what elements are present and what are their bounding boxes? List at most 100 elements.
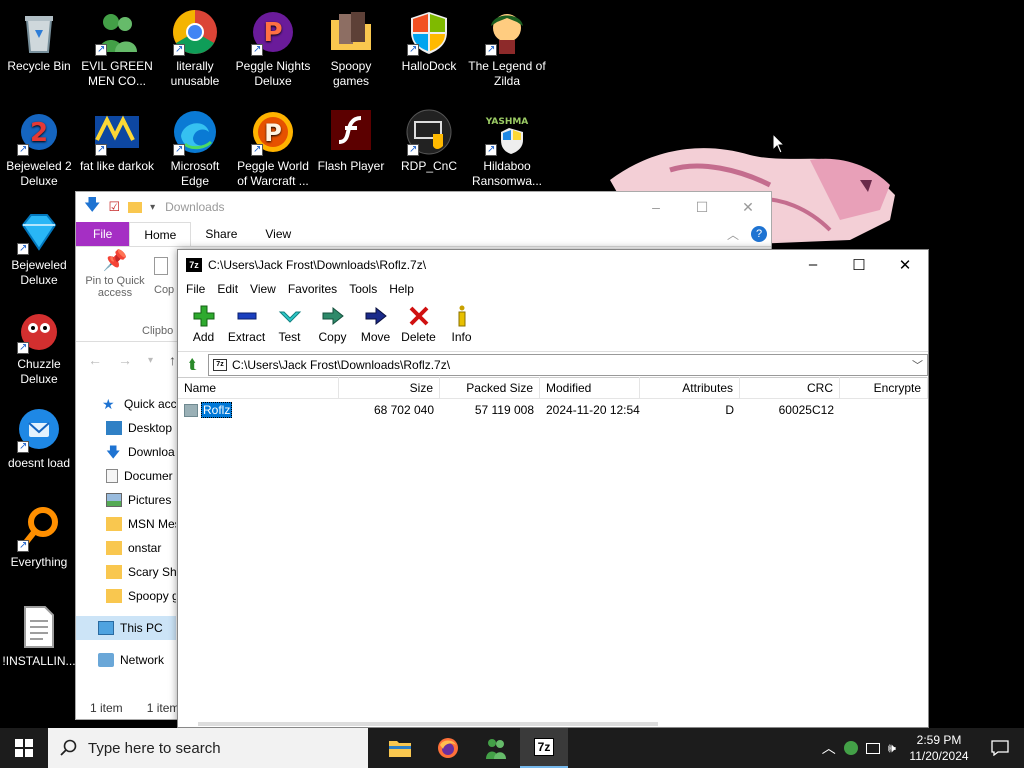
- column-header-attributes[interactable]: Attributes: [640, 376, 740, 399]
- nav-item-documents[interactable]: Documer: [76, 464, 176, 488]
- taskbar-file-explorer[interactable]: [376, 728, 424, 768]
- column-header-name[interactable]: Name: [178, 376, 339, 399]
- menu-edit[interactable]: Edit: [211, 280, 244, 300]
- desktop-icon-installing[interactable]: !INSTALLIN...: [0, 603, 78, 669]
- column-header-encrypted[interactable]: Encrypte: [840, 376, 928, 399]
- sevenzip-titlebar[interactable]: 7z C:\Users\Jack Frost\Downloads\Roflz.7…: [178, 250, 928, 280]
- tab-view[interactable]: View: [251, 222, 305, 246]
- menu-favorites[interactable]: Favorites: [282, 280, 343, 300]
- desktop-icon-doesnt-load[interactable]: doesnt load: [0, 405, 78, 471]
- row-name-cell: Roflz: [178, 402, 339, 418]
- desktop-icon-recycle-bin[interactable]: Recycle Bin: [0, 8, 78, 74]
- svg-text:2: 2: [30, 118, 48, 148]
- column-header-packed-size[interactable]: Packed Size: [440, 376, 540, 399]
- table-row[interactable]: Roflz 68 702 040 57 119 008 2024-11-20 1…: [178, 399, 928, 421]
- nav-item-onstar[interactable]: onstar: [76, 536, 176, 560]
- maximize-icon[interactable]: ☐: [679, 199, 725, 216]
- minimize-icon[interactable]: –: [633, 199, 679, 216]
- desktop-icon-hallodock[interactable]: HalloDock: [390, 8, 468, 74]
- customize-dropdown-icon[interactable]: ▾: [150, 202, 155, 213]
- column-header-crc[interactable]: CRC: [740, 376, 840, 399]
- desktop-icon-legend-of-zilda[interactable]: The Legend of Zilda: [468, 8, 546, 89]
- nav-item-desktop[interactable]: Desktop: [76, 416, 176, 440]
- desktop-icon-literally-unusable[interactable]: literally unusable: [156, 8, 234, 89]
- desktop-icon-label: EVIL GREEN MEN CO...: [81, 59, 153, 88]
- move-button[interactable]: Move: [354, 300, 397, 351]
- info-button[interactable]: Info: [440, 300, 483, 351]
- volume-icon[interactable]: 🕪: [888, 740, 896, 756]
- tab-file[interactable]: File: [76, 222, 130, 246]
- desktop-icon-peggle-wow[interactable]: P Peggle World of Warcraft ...: [234, 108, 312, 189]
- show-hidden-icons-icon[interactable]: ︿: [822, 738, 836, 758]
- extract-button[interactable]: Extract: [225, 300, 268, 351]
- taskbar-clock[interactable]: 2:59 PM 11/20/2024: [904, 732, 974, 764]
- column-header-size[interactable]: Size: [339, 376, 440, 399]
- taskbar-firefox[interactable]: [424, 728, 472, 768]
- row-modified: 2024-11-20 12:54: [546, 403, 640, 417]
- desktop-icon-hildaboo[interactable]: YASHMA Hildaboo Ransomwa...: [468, 108, 546, 189]
- desktop-icon-rdp-cnc[interactable]: RDP_CnC: [390, 108, 468, 174]
- action-center-button[interactable]: [982, 728, 1018, 768]
- nav-item-this-pc[interactable]: This PC: [76, 616, 176, 640]
- taskbar-7zip[interactable]: 7z: [520, 728, 568, 768]
- test-button[interactable]: Test: [268, 300, 311, 351]
- desktop-icon-spoopy-games[interactable]: Spoopy games: [312, 8, 390, 89]
- desktop-icon-bejeweled-2[interactable]: 2 Bejeweled 2 Deluxe: [0, 108, 78, 189]
- menu-file[interactable]: File: [180, 280, 211, 300]
- desktop-icon-edge[interactable]: Microsoft Edge: [156, 108, 234, 189]
- maximize-icon[interactable]: ☐: [836, 256, 882, 274]
- up-folder-icon[interactable]: ⮬: [178, 356, 208, 373]
- nav-item-pictures[interactable]: Pictures: [76, 488, 176, 512]
- nav-item-scary[interactable]: Scary Shi: [76, 560, 176, 584]
- recent-dropdown-icon[interactable]: ▾: [148, 355, 153, 366]
- tab-share[interactable]: Share: [191, 222, 251, 246]
- network-icon[interactable]: [865, 742, 880, 754]
- forward-arrow-icon[interactable]: →: [118, 352, 132, 368]
- desktop-icon-flash-player[interactable]: Flash Player: [312, 108, 390, 174]
- nav-item-network[interactable]: Network: [76, 648, 176, 672]
- taskbar-msn-messenger[interactable]: [472, 728, 520, 768]
- tab-home[interactable]: Home: [129, 222, 192, 246]
- help-icon[interactable]: ?: [751, 226, 767, 242]
- nav-item-msn[interactable]: MSN Mes: [76, 512, 176, 536]
- item-count: 1 item: [90, 701, 123, 715]
- path-combobox[interactable]: 7z C:\Users\Jack Frost\Downloads\Roflz.7…: [208, 353, 928, 376]
- up-arrow-icon[interactable]: ↑: [169, 352, 176, 368]
- close-icon[interactable]: ✕: [882, 256, 928, 274]
- new-folder-icon[interactable]: [128, 201, 143, 213]
- desktop-icon-bejeweled[interactable]: Bejeweled Deluxe: [0, 207, 78, 288]
- copy-button[interactable]: Cop: [154, 255, 174, 296]
- nav-item-quick-access[interactable]: ★ Quick acce: [76, 392, 176, 416]
- explorer-nav-pane: ★ Quick acce Desktop 🡇 Downloa Documer P…: [76, 392, 176, 672]
- download-arrow-icon[interactable]: 🡇: [84, 194, 100, 221]
- properties-icon[interactable]: ☑: [108, 199, 120, 215]
- horizontal-scrollbar[interactable]: [198, 722, 658, 726]
- tray-msn-icon[interactable]: [843, 741, 858, 755]
- menu-help[interactable]: Help: [383, 280, 420, 300]
- start-button[interactable]: [0, 728, 48, 768]
- minimize-icon[interactable]: –: [790, 256, 836, 274]
- back-arrow-icon[interactable]: ←: [88, 352, 102, 368]
- copy-button[interactable]: Copy: [311, 300, 354, 351]
- column-header-modified[interactable]: Modified: [540, 376, 640, 399]
- nav-item-downloads[interactable]: 🡇 Downloa: [76, 440, 176, 464]
- taskbar-search-box[interactable]: Type here to search: [48, 728, 368, 768]
- nav-item-spoopy[interactable]: Spoopy g: [76, 584, 176, 608]
- ribbon-collapse-icon[interactable]: ︿: [727, 222, 739, 246]
- pin-to-quick-access-button[interactable]: 📌 Pin to Quick access: [82, 251, 148, 299]
- desktop-icon-fat-like-darkok[interactable]: fat like darkok: [78, 108, 156, 174]
- archive-file-list[interactable]: Name Size Packed Size Modified Attribute…: [178, 376, 928, 421]
- delete-button[interactable]: Delete: [397, 300, 440, 351]
- menu-view[interactable]: View: [244, 280, 282, 300]
- shortcut-arrow-icon: [251, 142, 263, 157]
- desktop-icon-everything[interactable]: Everything: [0, 504, 78, 570]
- desktop-icon-chuzzle[interactable]: Chuzzle Deluxe: [0, 306, 78, 387]
- chevron-down-icon[interactable]: ﹀: [912, 357, 923, 373]
- desktop-icon-peggle-nights[interactable]: P Peggle Nights Deluxe: [234, 8, 312, 89]
- add-button[interactable]: Add: [182, 300, 225, 351]
- explorer-titlebar[interactable]: 🡇 ☑ ▾ Downloads – ☐ ✕: [76, 192, 771, 222]
- close-icon[interactable]: ✕: [725, 199, 771, 216]
- sevenzip-window[interactable]: 7z C:\Users\Jack Frost\Downloads\Roflz.7…: [177, 249, 929, 728]
- desktop-icon-evil-green-men[interactable]: EVIL GREEN MEN CO...: [78, 8, 156, 89]
- menu-tools[interactable]: Tools: [343, 280, 383, 300]
